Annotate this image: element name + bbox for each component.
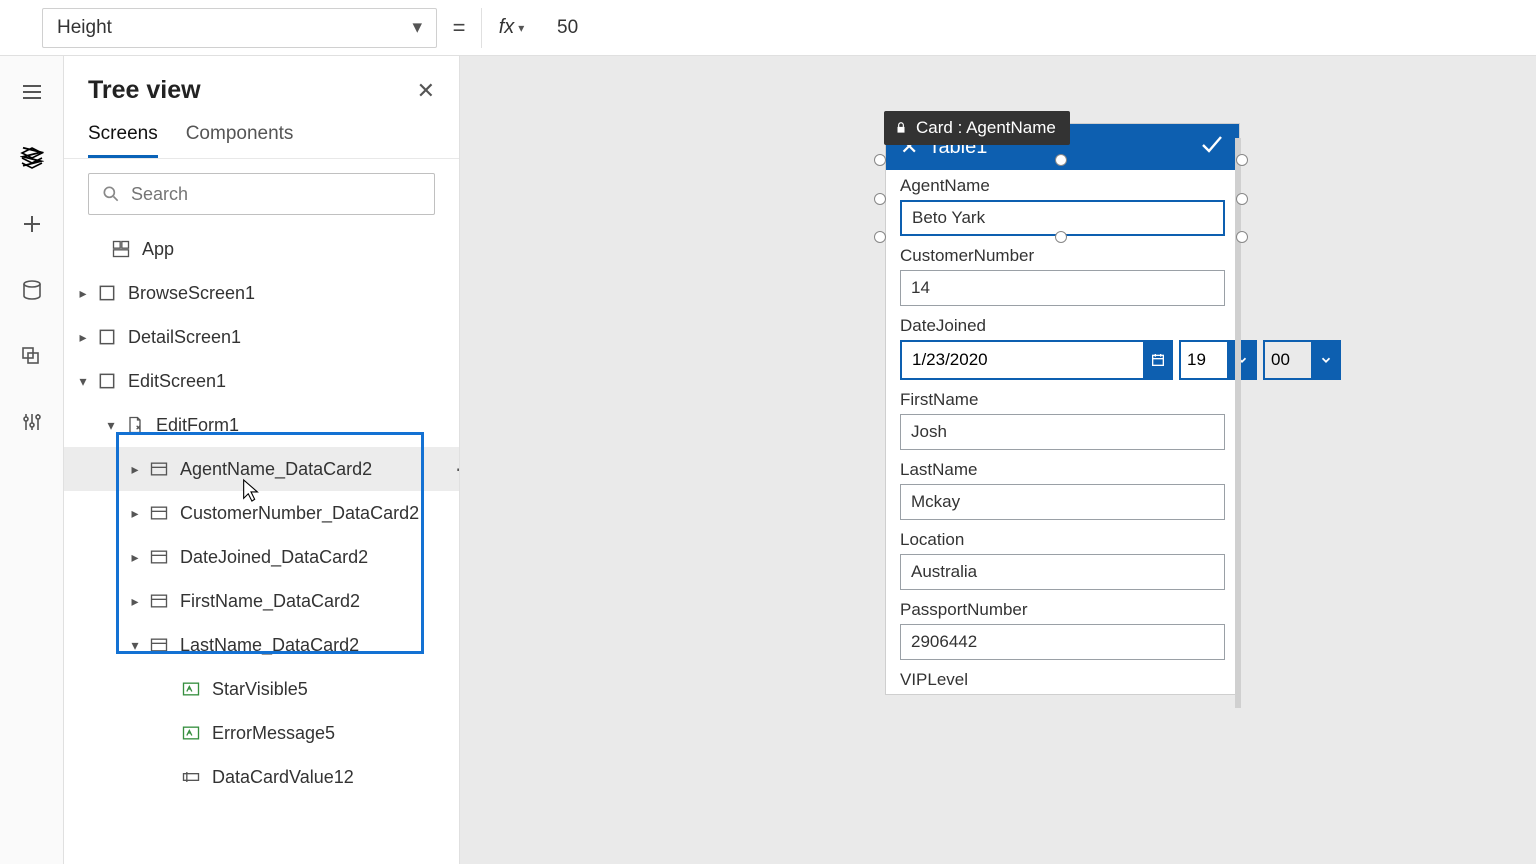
- tree-item-label: ErrorMessage5: [212, 723, 335, 744]
- chevron-down-icon: ▾: [412, 16, 422, 39]
- tree-item-label: AgentName_DataCard2: [180, 459, 372, 480]
- field-label-lastname: LastName: [900, 460, 1225, 480]
- tree-item-editscreen[interactable]: ▾ EditScreen1: [64, 359, 459, 403]
- form-scrollbar[interactable]: [1235, 138, 1241, 708]
- input-firstname[interactable]: [900, 414, 1225, 450]
- left-rail: [0, 56, 64, 864]
- field-label-customernumber: CustomerNumber: [900, 246, 1225, 266]
- chevron-right-icon: ▸: [126, 549, 144, 566]
- screen-icon: [96, 326, 118, 348]
- tree-item-editform[interactable]: ▾ EditForm1: [64, 403, 459, 447]
- media-icon[interactable]: [18, 342, 46, 370]
- screen-icon: [96, 370, 118, 392]
- field-label-viplevel: VIPLevel: [900, 670, 1225, 690]
- formula-input[interactable]: [545, 8, 1536, 48]
- insert-icon[interactable]: [18, 210, 46, 238]
- app-icon: [110, 238, 132, 260]
- tree-item-customernumber-card[interactable]: ▸ CustomerNumber_DataCard2: [64, 491, 459, 535]
- chevron-down-icon: ▾: [74, 373, 92, 390]
- tree-item-datejoined-card[interactable]: ▸ DateJoined_DataCard2: [64, 535, 459, 579]
- selection-tooltip: Card : AgentName: [884, 111, 1070, 145]
- tree-view-panel: Tree view ✕ Screens Components ▸ App ▸: [64, 56, 460, 864]
- property-name: Height: [57, 17, 112, 39]
- input-date[interactable]: [900, 340, 1143, 380]
- chevron-down-icon[interactable]: [1227, 340, 1257, 380]
- calendar-icon[interactable]: [1143, 340, 1173, 380]
- tree-item-label: EditScreen1: [128, 371, 226, 392]
- input-customernumber[interactable]: [900, 270, 1225, 306]
- tree-item-label: App: [142, 239, 174, 260]
- screen-icon: [96, 282, 118, 304]
- textinput-icon: [180, 766, 202, 788]
- tree-item-agentname-card[interactable]: ▸ AgentName_DataCard2 ⋯: [64, 447, 459, 491]
- tree-view-icon[interactable]: [18, 144, 46, 172]
- tree-item-firstname-card[interactable]: ▸ FirstName_DataCard2: [64, 579, 459, 623]
- tree-item-label: FirstName_DataCard2: [180, 591, 360, 612]
- input-agentname[interactable]: [900, 200, 1225, 236]
- search-icon: [101, 184, 121, 204]
- property-selector[interactable]: Height ▾: [42, 8, 437, 48]
- field-label-passport: PassportNumber: [900, 600, 1225, 620]
- tab-components[interactable]: Components: [186, 117, 294, 158]
- chevron-right-icon: ▸: [126, 593, 144, 610]
- chevron-down-icon: ▾: [126, 637, 144, 654]
- chevron-down-icon: ▾: [102, 417, 120, 434]
- tree-view-title: Tree view: [88, 76, 201, 105]
- tree-item-detailscreen[interactable]: ▸ DetailScreen1: [64, 315, 459, 359]
- tree-item-label: CustomerNumber_DataCard2: [180, 503, 419, 524]
- input-passport[interactable]: [900, 624, 1225, 660]
- field-label-location: Location: [900, 530, 1225, 550]
- fx-button[interactable]: fx▾: [481, 8, 533, 48]
- more-icon[interactable]: ⋯: [455, 457, 459, 482]
- tree-item-label: DataCardValue12: [212, 767, 354, 788]
- tooltip-text: Card : AgentName: [916, 118, 1056, 138]
- card-icon: [148, 590, 170, 612]
- tree-item-starvisible[interactable]: StarVisible5: [64, 667, 459, 711]
- close-icon[interactable]: ✕: [417, 78, 435, 104]
- chevron-down-icon: ▾: [518, 21, 524, 35]
- field-label-agentname: AgentName: [900, 176, 1225, 196]
- input-hour[interactable]: 19: [1179, 340, 1227, 380]
- tab-screens[interactable]: Screens: [88, 117, 158, 158]
- input-minute[interactable]: 00: [1263, 340, 1311, 380]
- form-preview[interactable]: ✕ Table1 AgentName CustomerNumber DateJo…: [885, 123, 1240, 695]
- field-label-datejoined: DateJoined: [900, 316, 1225, 336]
- lock-icon: [894, 121, 908, 135]
- card-icon: [148, 458, 170, 480]
- tree-item-label: EditForm1: [156, 415, 239, 436]
- form-icon: [124, 414, 146, 436]
- tree-item-datacardvalue[interactable]: DataCardValue12: [64, 755, 459, 799]
- chevron-right-icon: ▸: [126, 461, 144, 478]
- tree-item-lastname-card[interactable]: ▾ LastName_DataCard2: [64, 623, 459, 667]
- label-icon: [180, 722, 202, 744]
- data-icon[interactable]: [18, 276, 46, 304]
- card-icon: [148, 634, 170, 656]
- tree-item-label: DetailScreen1: [128, 327, 241, 348]
- chevron-right-icon: ▸: [74, 285, 92, 302]
- tree-item-label: DateJoined_DataCard2: [180, 547, 368, 568]
- search-input[interactable]: [88, 173, 435, 215]
- label-icon: [180, 678, 202, 700]
- tree-item-label: LastName_DataCard2: [180, 635, 359, 656]
- card-icon: [148, 546, 170, 568]
- tree-item-label: StarVisible5: [212, 679, 308, 700]
- tree-item-app[interactable]: ▸ App: [64, 227, 459, 271]
- tools-icon[interactable]: [18, 408, 46, 436]
- field-label-firstname: FirstName: [900, 390, 1225, 410]
- hamburger-button[interactable]: [18, 78, 46, 106]
- search-field[interactable]: [131, 184, 422, 205]
- input-location[interactable]: [900, 554, 1225, 590]
- tree-item-label: BrowseScreen1: [128, 283, 255, 304]
- check-icon[interactable]: [1199, 134, 1225, 160]
- tree-item-browsescreen[interactable]: ▸ BrowseScreen1: [64, 271, 459, 315]
- tree-item-errormessage[interactable]: ErrorMessage5: [64, 711, 459, 755]
- chevron-right-icon: ▸: [126, 505, 144, 522]
- canvas[interactable]: Card : AgentName ✕ Table1 AgentName Cust…: [460, 56, 1536, 864]
- input-lastname[interactable]: [900, 484, 1225, 520]
- chevron-right-icon: ▸: [74, 329, 92, 346]
- chevron-down-icon[interactable]: [1311, 340, 1341, 380]
- equals-label: =: [449, 15, 469, 41]
- card-icon: [148, 502, 170, 524]
